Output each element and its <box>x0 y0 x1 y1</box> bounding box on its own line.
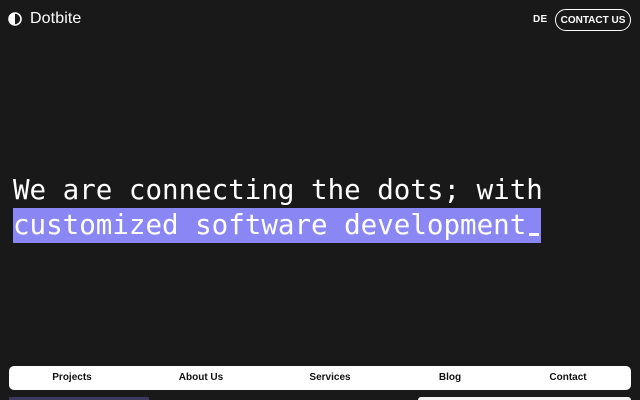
half-circle-logo-icon <box>8 12 22 26</box>
page: Dotbite DE CONTACT US We are connecting … <box>0 0 640 400</box>
contact-us-button[interactable]: CONTACT US <box>555 9 631 31</box>
next-section-peek <box>0 396 640 400</box>
nav-item-contact[interactable]: Contact <box>549 366 586 390</box>
language-switch-de[interactable]: DE <box>533 14 548 25</box>
bottom-navigation: Projects About Us Services Blog Contact <box>9 366 631 390</box>
hero-headline-line-2: customized software development <box>13 209 527 241</box>
site-header: Dotbite DE CONTACT US <box>0 0 640 40</box>
logo-link[interactable]: Dotbite <box>8 10 81 28</box>
hero-headline-line-1: We are connecting the dots; with <box>13 174 543 206</box>
nav-item-services[interactable]: Services <box>309 366 350 390</box>
text-cursor-icon <box>529 233 540 236</box>
nav-item-blog[interactable]: Blog <box>439 366 461 390</box>
hero-section: We are connecting the dots; with customi… <box>13 173 613 243</box>
hero-headline-highlight: customized software development <box>13 208 542 243</box>
nav-item-projects[interactable]: Projects <box>52 366 91 390</box>
brand-name: Dotbite <box>30 10 82 27</box>
nav-item-about-us[interactable]: About Us <box>179 366 223 390</box>
